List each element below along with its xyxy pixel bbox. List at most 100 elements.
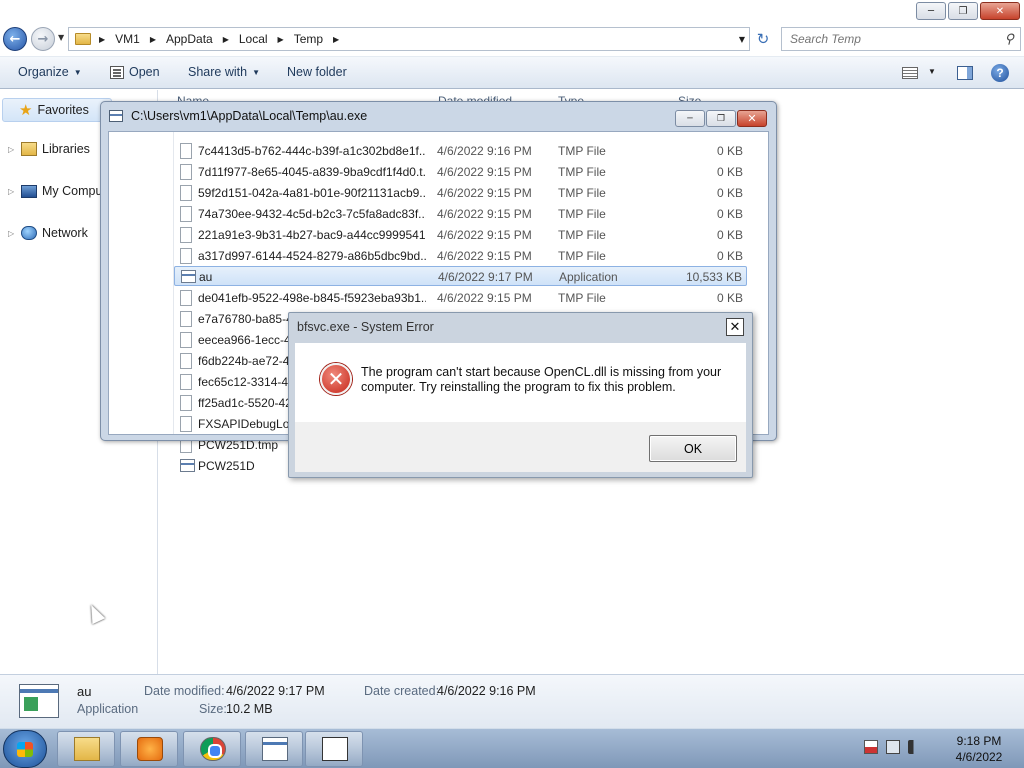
taskbar-chrome[interactable] (183, 731, 241, 767)
maximize-button[interactable]: ❐ (948, 2, 978, 20)
file-icon (180, 395, 192, 411)
new-folder-button[interactable]: New folder (287, 65, 347, 79)
file-date: 4/6/2022 9:15 PM (437, 165, 532, 179)
maximize-button[interactable]: ❐ (706, 110, 736, 127)
date-created-value: 4/6/2022 9:16 PM (437, 684, 536, 698)
taskbar-explorer[interactable] (57, 731, 115, 767)
error-icon: ✕ (320, 363, 352, 395)
back-button[interactable]: ← (3, 27, 27, 51)
file-row[interactable]: 7d11f977-8e65-4045-a839-9ba9cdf1f4d0.t..… (174, 162, 747, 182)
star-icon: ★ (19, 102, 33, 119)
file-row[interactable]: de041efb-9522-498e-b845-f5923eba93b1....… (174, 288, 747, 308)
date-modified-label: Date modified: (144, 684, 225, 698)
share-with-button[interactable]: Share with ▼ (188, 65, 260, 79)
nav-label: Favorites (37, 103, 89, 117)
expand-icon[interactable]: ▷ (8, 145, 16, 154)
expand-icon[interactable]: ▷ (8, 187, 16, 196)
clock[interactable]: 9:18 PM 4/6/2022 (944, 733, 1014, 765)
application-icon (262, 737, 288, 761)
breadcrumb-item[interactable]: Local (239, 32, 268, 46)
file-name: 74a730ee-9432-4c5d-b2c3-7c5fa8adc83f.... (198, 207, 426, 221)
ok-button[interactable]: OK (649, 435, 737, 462)
chevron-right-icon[interactable]: ▶ (223, 35, 229, 44)
window-controls: ─ ❐ ✕ (916, 2, 1020, 20)
preview-pane-icon[interactable] (957, 66, 973, 80)
file-icon (180, 164, 192, 180)
close-button[interactable]: ✕ (980, 2, 1020, 20)
minimize-button[interactable]: ─ (916, 2, 946, 20)
open-button[interactable]: Open (110, 65, 160, 79)
details-file-name: au (77, 684, 92, 699)
open-icon (110, 65, 124, 79)
chevron-right-icon[interactable]: ▶ (99, 35, 105, 44)
file-type: TMP File (558, 207, 606, 221)
views-icon[interactable] (902, 67, 918, 79)
file-name: a317d997-6144-4524-8279-a86b5dbc9bd.... (198, 249, 426, 263)
nav-item-libraries[interactable]: ▷ Libraries (8, 142, 90, 156)
chevron-right-icon[interactable]: ▶ (150, 35, 156, 44)
file-row[interactable]: a317d997-6144-4524-8279-a86b5dbc9bd.... … (174, 246, 747, 266)
arrow-right-icon: → (37, 31, 49, 47)
system-tray (864, 740, 922, 754)
recent-pages-dropdown[interactable]: ▼ (58, 33, 64, 42)
file-type: TMP File (558, 144, 606, 158)
application-icon (109, 110, 123, 122)
minimize-button[interactable]: ─ (675, 110, 705, 127)
computer-icon (21, 184, 37, 198)
breadcrumb-item[interactable]: VM1 (115, 32, 140, 46)
breadcrumb-item[interactable]: AppData (166, 32, 213, 46)
taskbar-media-player[interactable] (120, 731, 178, 767)
file-row[interactable]: 59f2d151-042a-4a81-b01e-90f21131acb9....… (174, 183, 747, 203)
organize-button[interactable]: Organize ▼ (18, 65, 82, 79)
file-date: 4/6/2022 9:15 PM (437, 249, 532, 263)
open-label: Open (129, 65, 160, 79)
help-icon[interactable]: ? (991, 64, 1009, 82)
chevron-right-icon[interactable]: ▶ (278, 35, 284, 44)
nav-item-favorites[interactable]: ★ Favorites (2, 98, 112, 122)
details-file-kind: Application (77, 702, 139, 716)
application-icon (322, 737, 348, 761)
file-row[interactable]: 74a730ee-9432-4c5d-b2c3-7c5fa8adc83f....… (174, 204, 747, 224)
file-date: 4/6/2022 9:17 PM (438, 270, 533, 284)
close-button[interactable]: ✕ (737, 110, 767, 127)
taskbar-application[interactable] (245, 731, 303, 767)
taskbar-application-2[interactable] (305, 731, 363, 767)
action-center-icon[interactable] (864, 740, 878, 754)
file-date: 4/6/2022 9:16 PM (437, 144, 532, 158)
file-row[interactable]: 7c4413d5-b762-444c-b39f-a1c302bd8e1f....… (174, 141, 747, 161)
network-icon (21, 226, 37, 240)
start-button[interactable] (3, 730, 47, 768)
search-box[interactable]: ⚲ (781, 27, 1021, 51)
new-folder-label: New folder (287, 65, 347, 79)
volume-icon[interactable] (908, 740, 922, 754)
address-bar[interactable]: ▶ VM1 ▶ AppData ▶ Local ▶ Temp ▶ ▼ (68, 27, 750, 51)
file-size: 10,533 KB (685, 270, 742, 284)
file-size: 0 KB (716, 186, 743, 200)
refresh-icon[interactable]: ↻ (752, 27, 774, 51)
dialog-close-button[interactable]: ✕ (726, 318, 744, 336)
address-dropdown-icon[interactable]: ▼ (739, 35, 745, 44)
file-type: TMP File (558, 228, 606, 242)
chevron-right-icon[interactable]: ▶ (333, 35, 339, 44)
file-row[interactable]: 221a91e3-9b31-4b27-bac9-a44cc9999541....… (174, 225, 747, 245)
nav-item-network[interactable]: ▷ Network (8, 226, 88, 240)
chevron-down-icon: ▼ (73, 67, 82, 77)
network-icon[interactable] (886, 740, 900, 754)
command-bar: Organize ▼ Open Share with ▼ New folder ▼ … (0, 56, 1024, 89)
dialog-body: ✕ The program can't start because OpenCL… (295, 343, 746, 422)
chevron-down-icon[interactable]: ▼ (928, 67, 936, 76)
libraries-icon (21, 142, 37, 156)
file-type: Application (559, 270, 618, 284)
file-row-selected[interactable]: au 4/6/2022 9:17 PM Application 10,533 K… (174, 266, 747, 286)
file-icon (180, 143, 192, 159)
forward-button[interactable]: → (31, 27, 55, 51)
dialog-title: bfsvc.exe - System Error (297, 320, 434, 334)
expand-icon[interactable]: ▷ (8, 229, 16, 238)
search-input[interactable] (790, 32, 990, 46)
chevron-down-icon: ▼ (252, 67, 260, 77)
file-name: au (199, 270, 213, 284)
clock-date: 4/6/2022 (955, 750, 1003, 764)
search-icon[interactable]: ⚲ (1004, 31, 1014, 47)
system-error-dialog: bfsvc.exe - System Error ✕ ✕ The program… (288, 312, 753, 478)
breadcrumb-item[interactable]: Temp (294, 32, 323, 46)
